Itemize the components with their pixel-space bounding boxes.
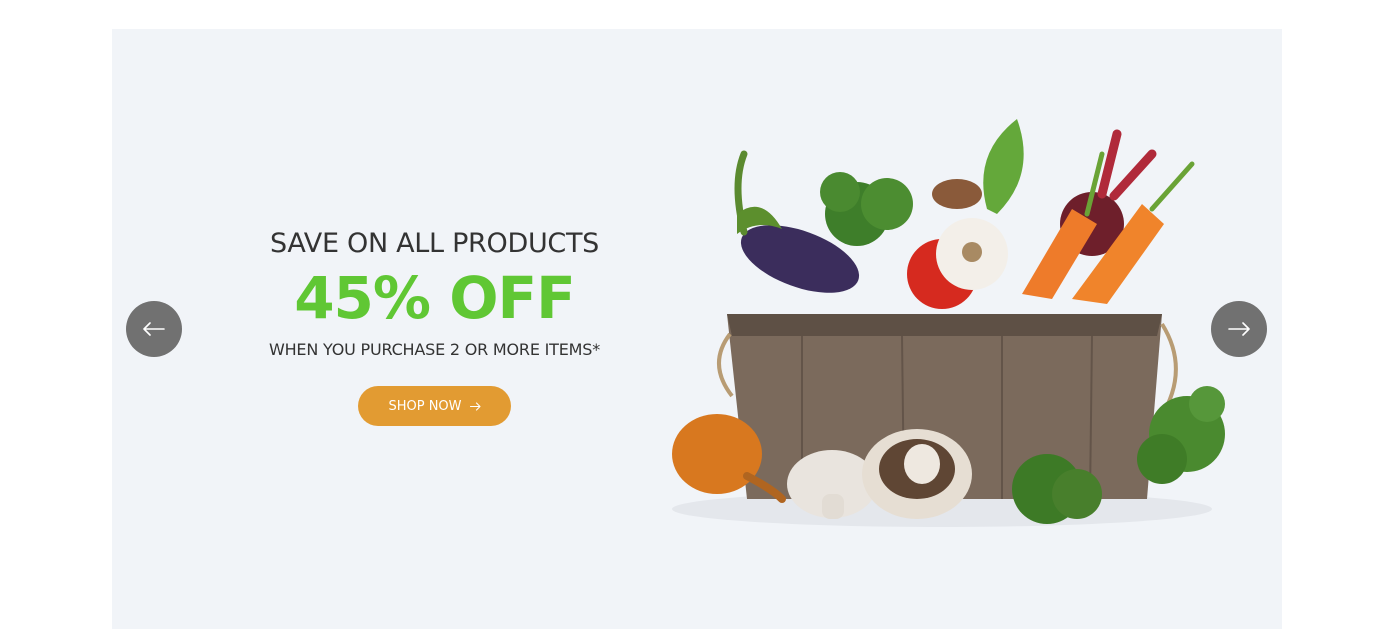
arrow-left-icon — [143, 322, 165, 336]
shop-now-button[interactable]: SHOP NOW — [358, 386, 511, 426]
discount-headline: 45% OFF — [294, 264, 576, 332]
slide-text: SAVE ON ALL PRODUCTS 45% OFF WHEN YOU PU… — [242, 225, 627, 426]
vegetable-basket-image — [672, 119, 1225, 527]
arrow-right-icon — [469, 401, 481, 411]
previous-slide-button[interactable] — [126, 301, 182, 357]
slide-subtitle: SAVE ON ALL PRODUCTS — [270, 228, 599, 259]
arrow-right-icon — [1228, 322, 1250, 336]
next-slide-button[interactable] — [1211, 301, 1267, 357]
shop-now-label: SHOP NOW — [388, 398, 462, 414]
hero-slider: SAVE ON ALL PRODUCTS 45% OFF WHEN YOU PU… — [112, 29, 1282, 629]
slide-description: WHEN YOU PURCHASE 2 OR MORE ITEMS* — [268, 340, 601, 359]
